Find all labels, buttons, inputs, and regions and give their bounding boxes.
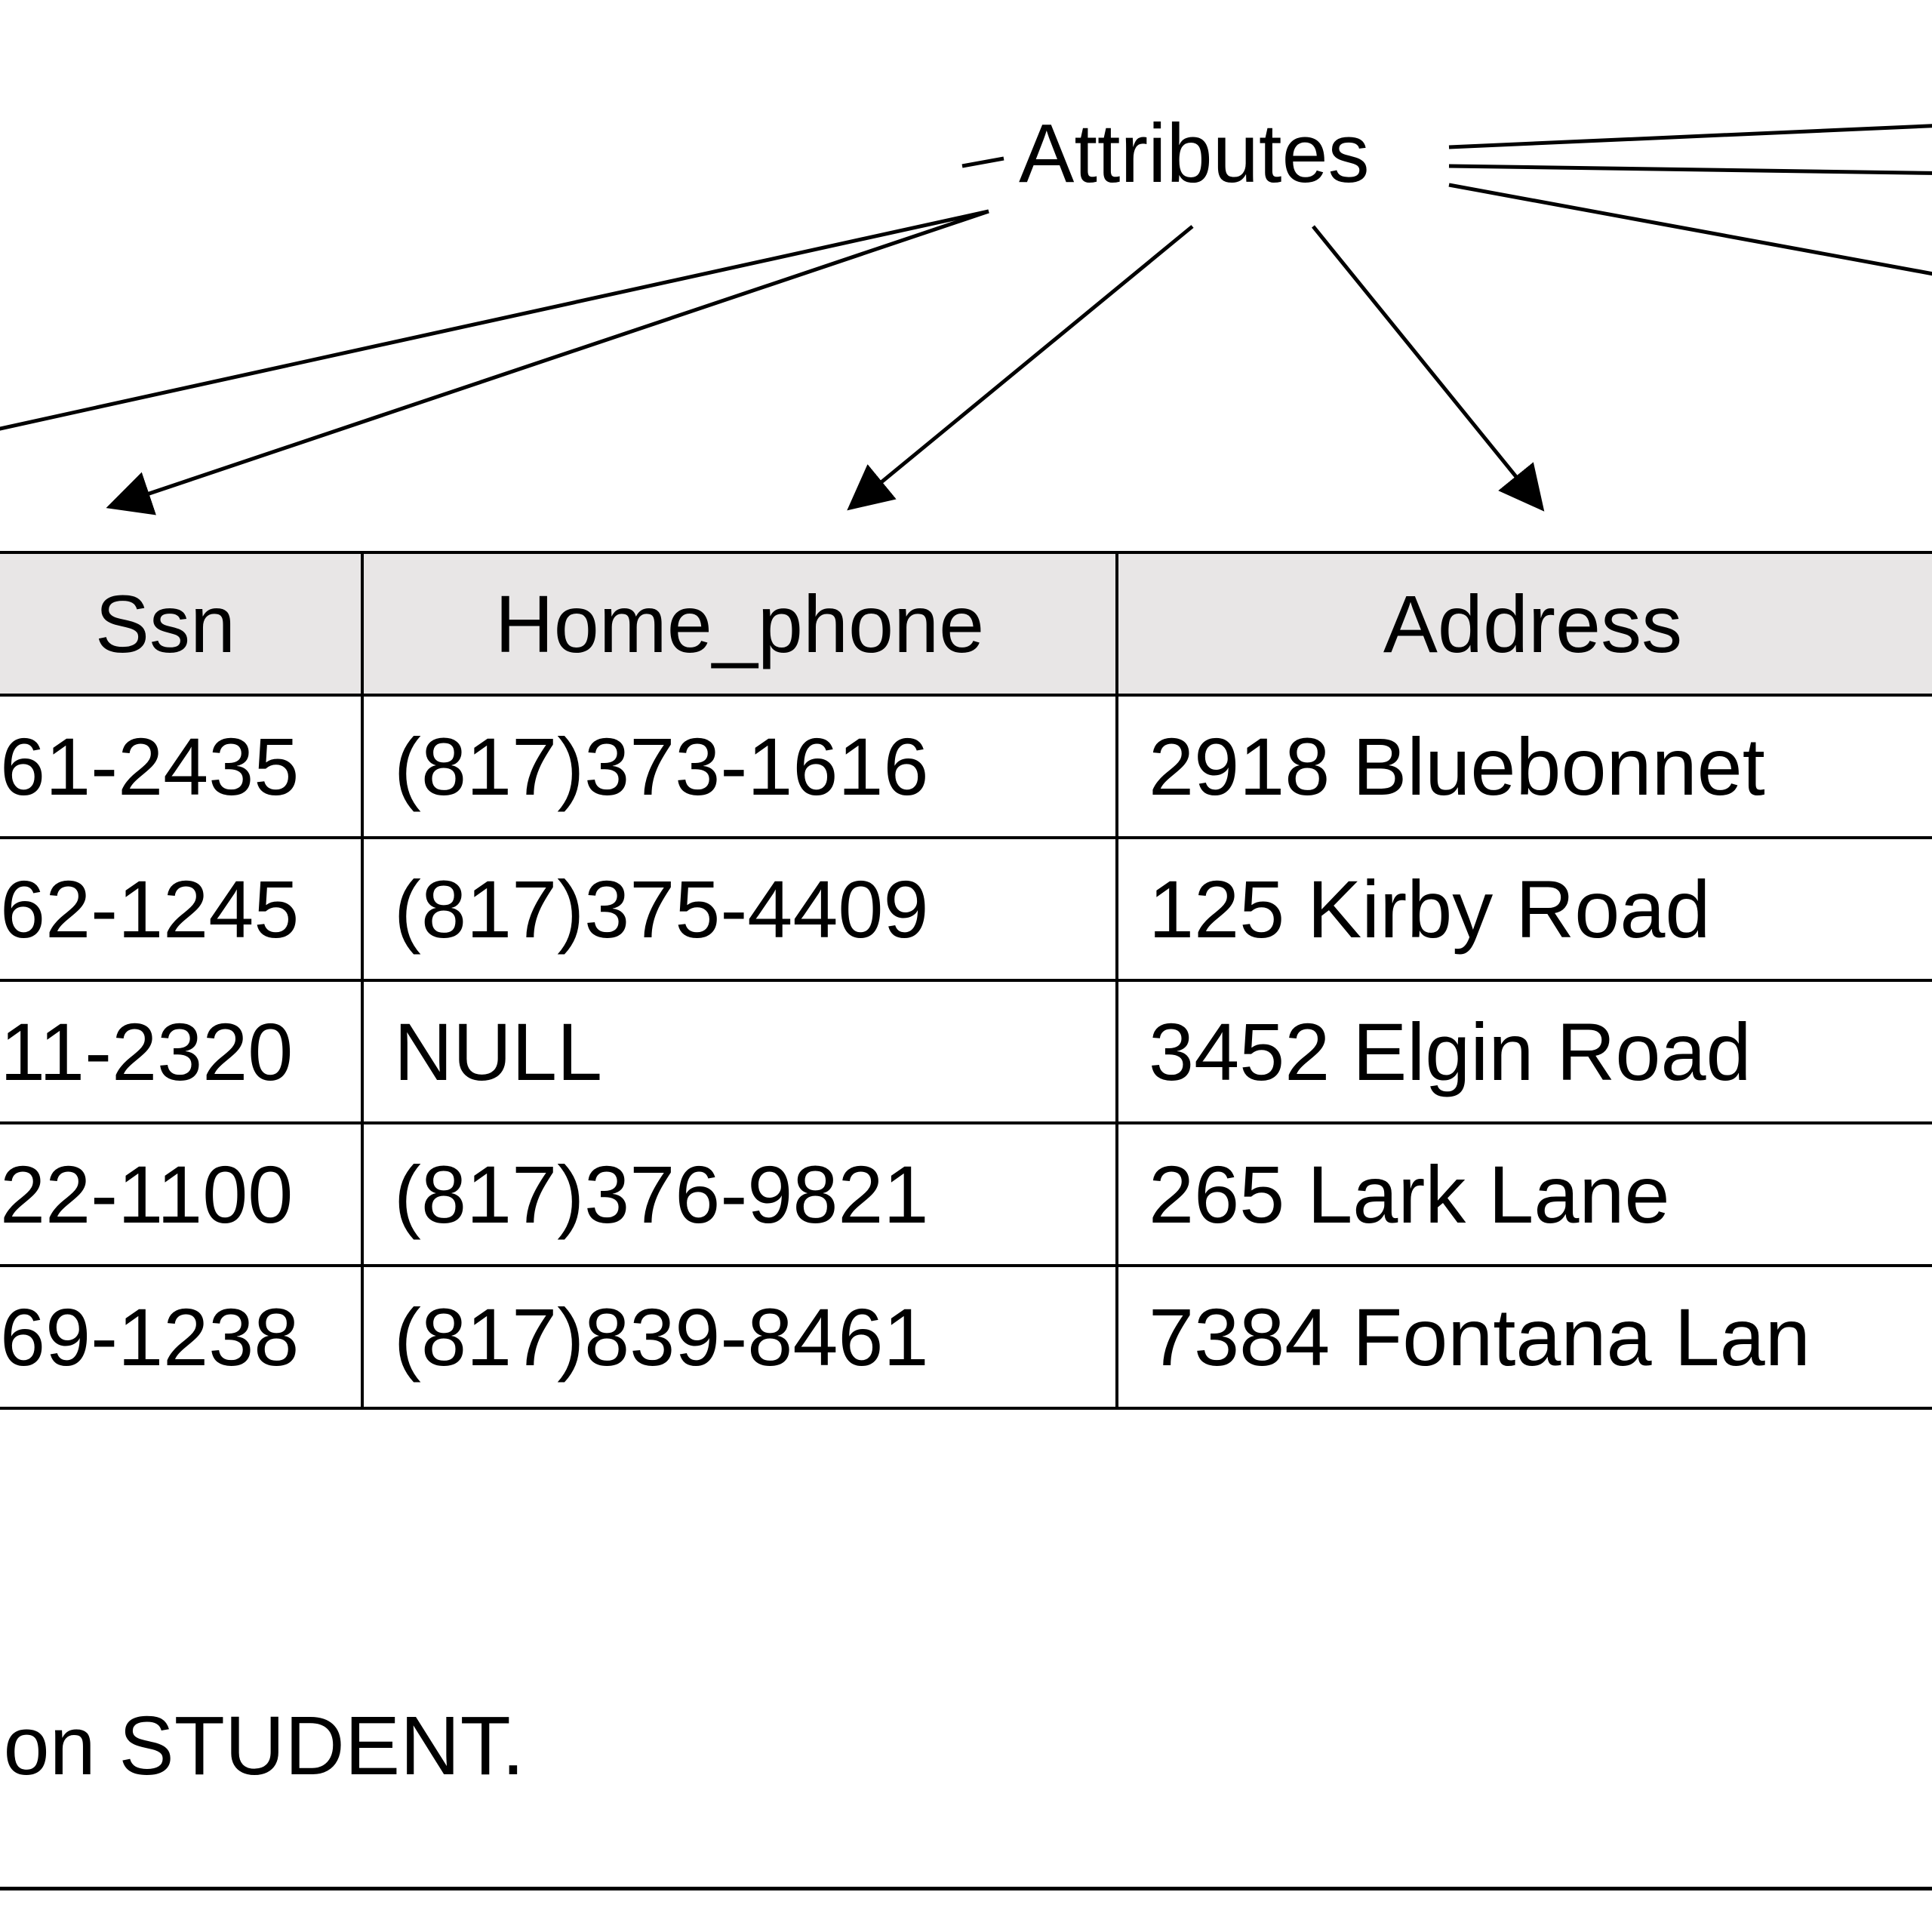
table-header-row: Ssn Home_phone Address <box>0 552 1932 695</box>
header-home-phone: Home_phone <box>362 552 1117 695</box>
cell-address: 125 Kirby Road <box>1117 838 1932 980</box>
table-row: 22-1100 (817)376-9821 265 Lark Lane <box>0 1123 1932 1266</box>
cell-phone: (817)375-4409 <box>362 838 1117 980</box>
header-address: Address <box>1117 552 1932 695</box>
cell-address: 2918 Bluebonnet <box>1117 695 1932 838</box>
cell-ssn: 22-1100 <box>0 1123 362 1266</box>
table-row: 69-1238 (817)839-8461 7384 Fontana Lan <box>0 1266 1932 1408</box>
cell-ssn: 62-1245 <box>0 838 362 980</box>
cell-address: 3452 Elgin Road <box>1117 980 1932 1123</box>
table-row: 11-2320 NULL 3452 Elgin Road <box>0 980 1932 1123</box>
student-table: Ssn Home_phone Address 61-2435 (817)373-… <box>0 551 1932 1410</box>
cell-ssn: 61-2435 <box>0 695 362 838</box>
attributes-label: Attributes <box>1019 106 1370 202</box>
student-table-wrapper: Ssn Home_phone Address 61-2435 (817)373-… <box>0 551 1932 1410</box>
bottom-divider <box>0 1887 1932 1890</box>
cell-address: 265 Lark Lane <box>1117 1123 1932 1266</box>
cell-address: 7384 Fontana Lan <box>1117 1266 1932 1408</box>
header-ssn: Ssn <box>0 552 362 695</box>
table-row: 62-1245 (817)375-4409 125 Kirby Road <box>0 838 1932 980</box>
table-row: 61-2435 (817)373-1616 2918 Bluebonnet <box>0 695 1932 838</box>
cell-phone: (817)376-9821 <box>362 1123 1117 1266</box>
cell-phone: (817)839-8461 <box>362 1266 1117 1408</box>
arrows-svg <box>0 0 1932 604</box>
cell-phone: NULL <box>362 980 1117 1123</box>
caption-text: ion STUDENT. <box>0 1698 525 1794</box>
cell-ssn: 69-1238 <box>0 1266 362 1408</box>
cell-ssn: 11-2320 <box>0 980 362 1123</box>
cell-phone: (817)373-1616 <box>362 695 1117 838</box>
